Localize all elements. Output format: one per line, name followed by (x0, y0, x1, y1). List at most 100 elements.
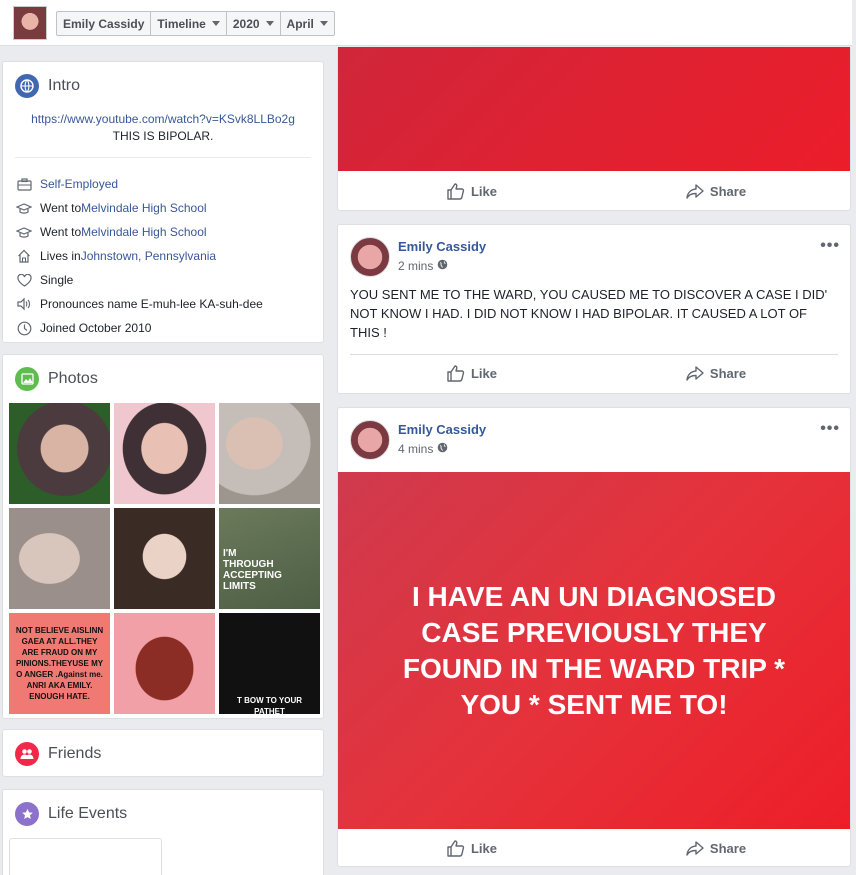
intro-item-prefix: Lives in (40, 249, 81, 263)
author-avatar[interactable] (350, 237, 390, 277)
friends-title[interactable]: Friends (48, 745, 101, 763)
intro-title: Intro (48, 77, 81, 94)
photo-icon (15, 367, 39, 391)
share-icon (686, 183, 704, 199)
life-events-card: Life Events (2, 789, 324, 875)
like-icon (447, 182, 465, 200)
star-icon (15, 802, 39, 826)
like-label: Like (470, 366, 497, 381)
photo-thumbnail[interactable] (114, 508, 215, 609)
author-name[interactable]: Emily Cassidy (398, 239, 486, 254)
intro-item-text: Single (40, 273, 74, 287)
post-card: Like Share (337, 47, 851, 211)
life-events-header: Life Events (3, 790, 323, 838)
like-label: Like (470, 840, 497, 856)
share-button[interactable]: Share (594, 355, 838, 392)
share-label: Share (709, 183, 747, 199)
share-label: Share (709, 366, 747, 381)
intro-item-link[interactable]: Self-Employed (40, 177, 118, 191)
post-image[interactable] (338, 47, 850, 171)
post-actions: Like Share (350, 172, 838, 210)
month-dropdown[interactable]: April (281, 12, 334, 35)
intro-item-education: Went to Melvindale High School (3, 220, 323, 244)
intro-item-joined: Joined October 2010 (3, 316, 323, 340)
intro-item-work: Self-Employed (3, 172, 323, 196)
life-event-tile[interactable] (9, 838, 162, 875)
chevron-down-icon (319, 21, 328, 26)
like-button[interactable]: Like (350, 355, 594, 392)
photo-thumbnail[interactable] (9, 403, 110, 504)
intro-item-pronunciation: Pronounces name E-muh-lee KA-suh-dee (3, 292, 323, 316)
intro-divider (15, 157, 311, 158)
month-dropdown-label: April (286, 16, 314, 31)
life-events-title[interactable]: Life Events (48, 805, 127, 823)
like-icon (447, 839, 465, 857)
timeline-dropdown-label: Timeline (157, 16, 206, 31)
profile-name: Emily Cassidy (63, 16, 145, 31)
photos-title[interactable]: Photos (48, 370, 98, 388)
year-dropdown-label: 2020 (232, 16, 260, 31)
intro-card: Intro https://www.youtube.com/watch?v=KS… (2, 61, 324, 343)
profile-avatar[interactable] (13, 6, 47, 40)
friends-header: Friends (3, 730, 323, 778)
intro-item-link[interactable]: Johnstown, Pennsylvania (81, 249, 216, 263)
intro-bio: THIS IS BIPOLAR. (112, 129, 214, 143)
like-button[interactable]: Like (350, 172, 594, 210)
intro-link[interactable]: https://www.youtube.com/watch?v=KSvk8LLB… (3, 112, 323, 126)
briefcase-icon (16, 176, 32, 192)
photos-header: Photos (3, 355, 323, 403)
post-text-background-image[interactable]: I HAVE AN UN DIAGNOSED CASE PREVIOUSLY T… (338, 472, 850, 829)
photo-caption: T BOW TO YOUR PATHET (236, 696, 303, 714)
photos-card: Photos I'M THROUGH ACCEPTING LIMITS NOT … (2, 354, 324, 719)
photo-thumbnail[interactable] (219, 403, 320, 504)
speaker-icon[interactable] (16, 296, 32, 312)
timestamp-text[interactable]: 2 mins (398, 259, 433, 273)
intro-item-text: Joined October 2010 (40, 321, 152, 335)
more-options-icon[interactable]: ••• (820, 420, 840, 438)
friends-card: Friends (2, 729, 324, 777)
chevron-down-icon (265, 21, 274, 26)
photo-thumbnail[interactable] (9, 508, 110, 609)
post-card: Emily Cassidy 2 mins ••• YOU SENT ME TO … (337, 224, 851, 394)
photo-thumbnail[interactable]: NOT BELIEVE AISLINN GAEA AT ALL.THEY ARE… (9, 613, 110, 714)
home-icon (16, 248, 32, 264)
intro-item-relationship: Single (3, 268, 323, 292)
more-options-icon[interactable]: ••• (820, 237, 840, 255)
photos-grid: I'M THROUGH ACCEPTING LIMITS NOT BELIEVE… (9, 403, 320, 714)
heart-icon (16, 272, 32, 288)
author-name[interactable]: Emily Cassidy (398, 422, 486, 437)
intro-item-link[interactable]: Melvindale High School (81, 225, 206, 239)
share-button[interactable]: Share (594, 172, 838, 210)
profile-name-link[interactable]: Emily Cassidy (57, 12, 152, 35)
like-label: Like (470, 183, 497, 199)
post-header: Emily Cassidy 2 mins (350, 237, 486, 277)
timeline-dropdown[interactable]: Timeline (151, 12, 227, 35)
intro-item-education: Went to Melvindale High School (3, 196, 323, 220)
share-label: Share (709, 840, 747, 856)
photo-thumbnail[interactable]: I'M THROUGH ACCEPTING LIMITS (219, 508, 320, 609)
timeline-selector: Emily Cassidy Timeline 2020 April (56, 11, 335, 36)
intro-header: Intro (3, 62, 323, 110)
photo-thumbnail[interactable] (114, 613, 215, 714)
post-meta: Emily Cassidy 2 mins (398, 239, 486, 277)
clock-icon (16, 320, 32, 336)
friends-icon (15, 742, 39, 766)
timeline-header-bar: Emily Cassidy Timeline 2020 April (0, 0, 852, 46)
timestamp-text[interactable]: 4 mins (398, 442, 433, 456)
like-icon (447, 365, 465, 382)
post-actions: Like Share (350, 829, 838, 867)
post-card: Emily Cassidy 4 mins ••• I HAVE AN UN DI… (337, 407, 851, 867)
photo-caption: NOT BELIEVE AISLINN GAEA AT ALL.THEY ARE… (15, 626, 104, 701)
post-text: YOU SENT ME TO THE WARD, YOU CAUSED ME T… (350, 287, 828, 340)
share-button[interactable]: Share (594, 829, 838, 867)
like-button[interactable]: Like (350, 829, 594, 867)
post-timestamp: 2 mins (398, 259, 486, 273)
intro-item-link[interactable]: Melvindale High School (81, 201, 206, 215)
photo-thumbnail[interactable] (114, 403, 215, 504)
photo-thumbnail[interactable]: T BOW TO YOUR PATHET (219, 613, 320, 714)
post-meta: Emily Cassidy 4 mins (398, 422, 486, 460)
author-avatar[interactable] (350, 420, 390, 460)
post-actions: Like Share (350, 354, 838, 392)
intro-item-prefix: Went to (40, 225, 82, 239)
year-dropdown[interactable]: 2020 (227, 12, 281, 35)
